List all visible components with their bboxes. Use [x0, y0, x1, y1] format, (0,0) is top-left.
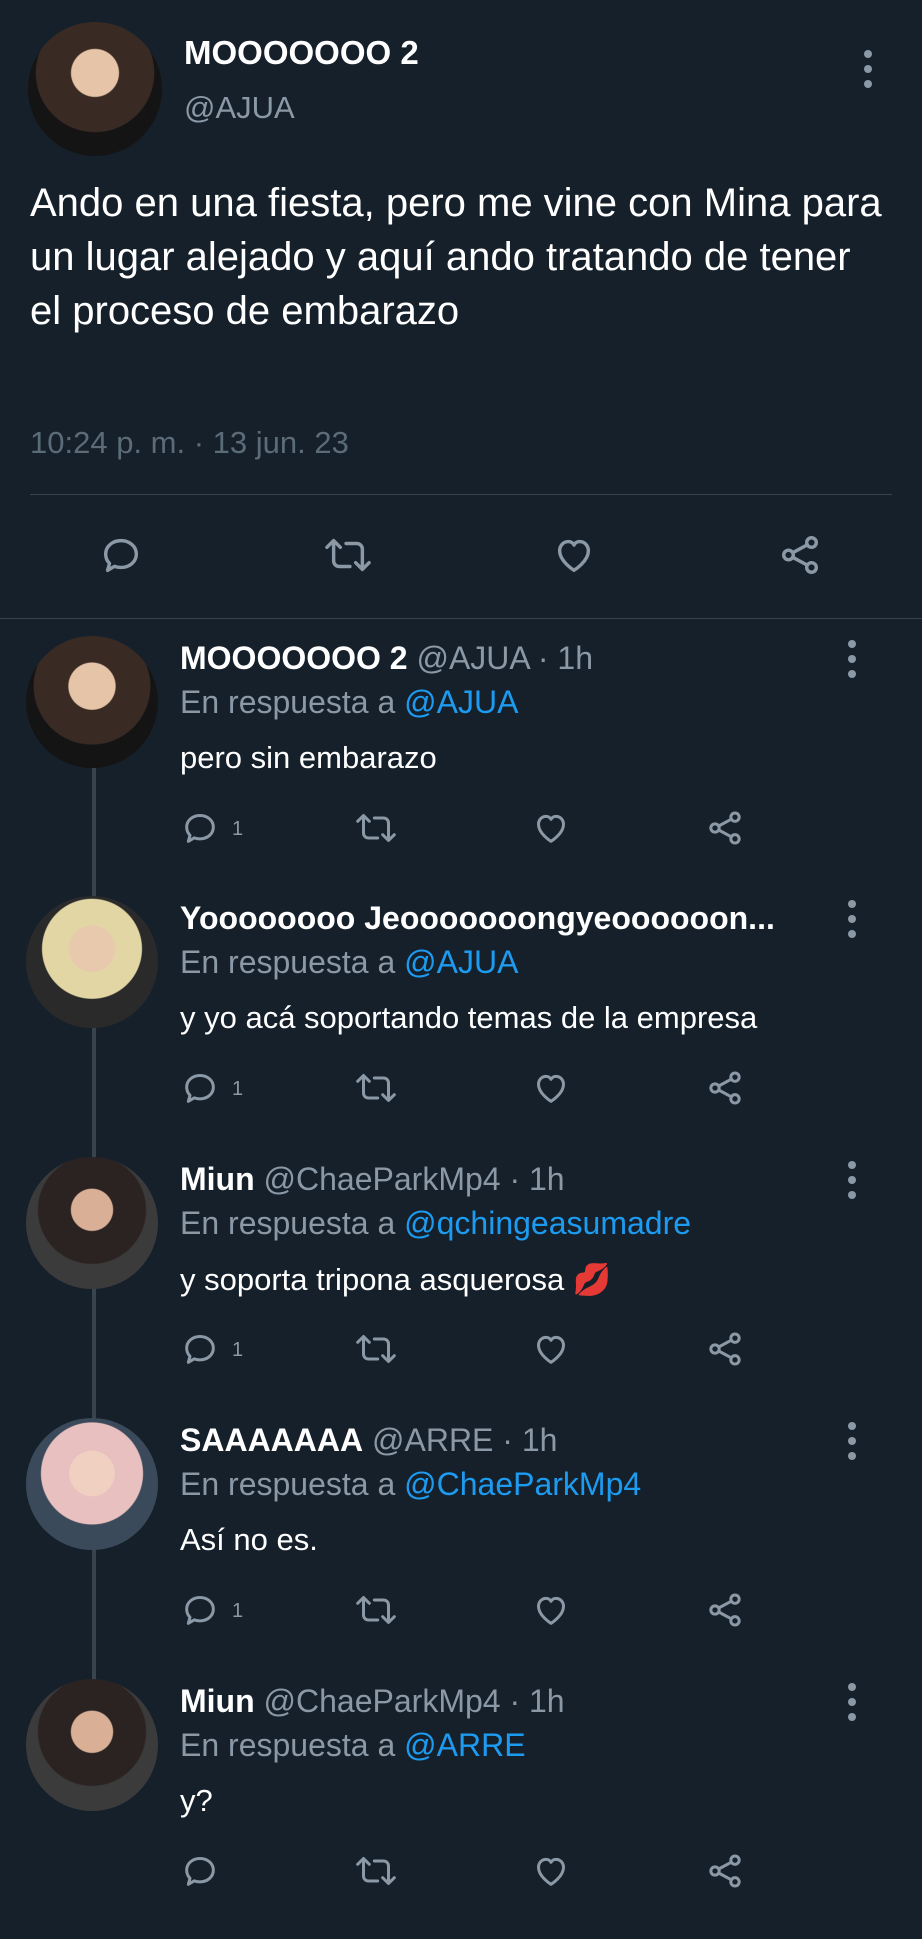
reply-author-name[interactable]: MOOOOOOO 2	[180, 640, 408, 676]
avatar[interactable]	[26, 1157, 158, 1289]
reply-count: 1	[232, 818, 244, 840]
reply-header: SAAAAAAA @ARRE · 1h	[180, 1422, 845, 1459]
more-options-icon[interactable]	[848, 1422, 856, 1460]
retweet-icon[interactable]	[352, 808, 400, 848]
main-tweet: MOOOOOOO 2 @AJUA Ando en una fiesta, per…	[0, 0, 922, 620]
reply-tweet[interactable]: Yoooooooo Jeooooooongyeoooooon... En res…	[0, 896, 922, 1156]
reply-header: Yoooooooo Jeooooooongyeoooooon...	[180, 900, 845, 937]
share-icon[interactable]	[704, 1851, 746, 1891]
more-options-icon[interactable]	[848, 900, 856, 938]
reply-author-name[interactable]: SAAAAAAA	[180, 1422, 363, 1458]
share-icon[interactable]	[776, 532, 824, 578]
avatar[interactable]	[26, 1418, 158, 1550]
reply-text: y soporta tripona asquerosa 💋	[180, 1262, 612, 1297]
reply-context: En respuesta a @AJUA	[180, 944, 518, 981]
reply-prefix: En respuesta a	[180, 684, 405, 720]
main-author-handle[interactable]: @AJUA	[184, 90, 295, 126]
divider	[30, 494, 892, 495]
retweet-icon[interactable]	[352, 1851, 400, 1891]
heart-icon[interactable]	[530, 1590, 572, 1630]
more-options-icon[interactable]	[848, 1683, 856, 1721]
reply-tweet[interactable]: Miun @ChaeParkMp4 · 1h En respuesta a @q…	[0, 1157, 922, 1417]
reply-mention-link[interactable]: @ARRE	[404, 1727, 525, 1763]
heart-icon[interactable]	[550, 532, 598, 578]
reply-text: pero sin embarazo	[180, 740, 437, 775]
comment-icon[interactable]	[180, 1590, 220, 1630]
avatar[interactable]	[26, 1679, 158, 1811]
reply-actions: 1	[0, 1068, 922, 1112]
reply-prefix: En respuesta a	[180, 1727, 405, 1763]
reply-context: En respuesta a @qchingeasumadre	[180, 1205, 691, 1242]
reply-prefix: En respuesta a	[180, 1466, 405, 1502]
reply-text: y yo acá soportando temas de la empresa	[180, 1000, 758, 1035]
comment-icon[interactable]	[180, 808, 220, 848]
comment-icon[interactable]	[180, 1329, 220, 1369]
reply-prefix: En respuesta a	[180, 1205, 405, 1241]
reply-actions: 1	[0, 1590, 922, 1634]
reply-author-name[interactable]: Miun	[180, 1161, 255, 1197]
reply-mention-link[interactable]: @ChaeParkMp4	[404, 1466, 641, 1502]
more-options-icon[interactable]	[864, 50, 872, 88]
reply-meta: @ARRE · 1h	[363, 1422, 558, 1458]
comment-icon[interactable]	[180, 1068, 220, 1108]
reply-context: En respuesta a @ChaeParkMp4	[180, 1466, 641, 1503]
main-tweet-timestamp[interactable]: 10:24 p. m. · 13 jun. 23	[30, 425, 349, 461]
reply-meta: @ChaeParkMp4 · 1h	[254, 1161, 565, 1197]
reply-tweet[interactable]: MOOOOOOO 2 @AJUA · 1h En respuesta a @AJ…	[0, 636, 922, 896]
avatar[interactable]	[26, 896, 158, 1028]
reply-actions	[0, 1851, 922, 1895]
reply-text: y?	[180, 1783, 213, 1818]
reply-mention-link[interactable]: @qchingeasumadre	[404, 1205, 691, 1241]
main-tweet-actions	[0, 530, 922, 580]
reply-count: 1	[232, 1339, 244, 1361]
reply-header: MOOOOOOO 2 @AJUA · 1h	[180, 640, 845, 677]
reply-context: En respuesta a @ARRE	[180, 1727, 526, 1764]
reply-author-name[interactable]: Miun	[180, 1683, 255, 1719]
main-author-name[interactable]: MOOOOOOO 2	[184, 34, 419, 72]
reply-tweet[interactable]: Miun @ChaeParkMp4 · 1h En respuesta a @A…	[0, 1679, 922, 1939]
reply-mention-link[interactable]: @AJUA	[404, 684, 518, 720]
comment-icon[interactable]	[98, 532, 144, 578]
more-options-icon[interactable]	[848, 1161, 856, 1199]
main-tweet-text: Ando en una fiesta, pero me vine con Min…	[30, 181, 882, 333]
reply-context: En respuesta a @AJUA	[180, 684, 518, 721]
retweet-icon[interactable]	[352, 1590, 400, 1630]
main-author-avatar[interactable]	[28, 22, 162, 156]
share-icon[interactable]	[704, 808, 746, 848]
comment-icon[interactable]	[180, 1851, 220, 1891]
reply-tweet[interactable]: SAAAAAAA @ARRE · 1h En respuesta a @Chae…	[0, 1418, 922, 1678]
reply-prefix: En respuesta a	[180, 944, 405, 980]
reply-actions: 1	[0, 1329, 922, 1373]
heart-icon[interactable]	[530, 808, 572, 848]
heart-icon[interactable]	[530, 1329, 572, 1369]
reply-text: Así no es.	[180, 1522, 318, 1557]
reply-meta: @AJUA · 1h	[407, 640, 594, 676]
more-options-icon[interactable]	[848, 640, 856, 678]
heart-icon[interactable]	[530, 1068, 572, 1108]
retweet-icon[interactable]	[352, 1329, 400, 1369]
retweet-icon[interactable]	[320, 532, 376, 578]
reply-count: 1	[232, 1600, 244, 1622]
reply-mention-link[interactable]: @AJUA	[404, 944, 518, 980]
reply-count: 1	[232, 1078, 244, 1100]
share-icon[interactable]	[704, 1329, 746, 1369]
reply-actions: 1	[0, 808, 922, 852]
share-icon[interactable]	[704, 1068, 746, 1108]
reply-header: Miun @ChaeParkMp4 · 1h	[180, 1161, 845, 1198]
divider	[0, 618, 922, 619]
reply-author-name[interactable]: Yoooooooo Jeooooooongyeoooooon...	[180, 900, 775, 936]
heart-icon[interactable]	[530, 1851, 572, 1891]
share-icon[interactable]	[704, 1590, 746, 1630]
reply-meta: @ChaeParkMp4 · 1h	[254, 1683, 565, 1719]
avatar[interactable]	[26, 636, 158, 768]
retweet-icon[interactable]	[352, 1068, 400, 1108]
reply-header: Miun @ChaeParkMp4 · 1h	[180, 1683, 845, 1720]
